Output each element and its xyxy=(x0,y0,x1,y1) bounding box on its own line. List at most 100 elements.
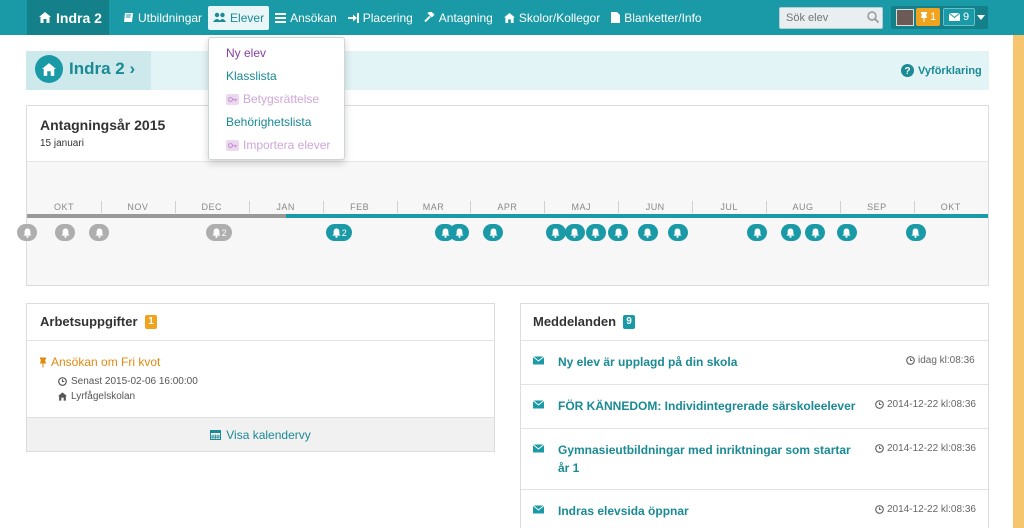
key-icon xyxy=(226,139,239,151)
chevron-down-icon[interactable] xyxy=(977,15,985,20)
timeline-month-tick xyxy=(913,201,915,213)
bell-icon xyxy=(753,228,762,238)
breadcrumb-label[interactable]: Indra 2 › xyxy=(69,59,135,79)
timeline-month-tick xyxy=(396,201,398,213)
message-time: idag kl:08:36 xyxy=(906,355,975,366)
gavel-icon xyxy=(424,12,435,23)
nav-label: Placering xyxy=(362,10,413,25)
bell-icon xyxy=(786,228,796,238)
message-time-text: idag kl:08:36 xyxy=(918,355,975,366)
bell-icon xyxy=(212,228,221,238)
timeline-month-label: MAR xyxy=(422,202,445,212)
message-title[interactable]: Indras elevsida öppnar xyxy=(558,502,858,520)
menu-item-behorighetslista[interactable]: Behörighetslista xyxy=(226,115,311,129)
timeline-event-marker[interactable] xyxy=(449,224,470,241)
task-item-label: Ansökan om Fri kvot xyxy=(51,355,161,369)
timeline-event-marker[interactable] xyxy=(483,224,504,241)
timeline-event-marker[interactable] xyxy=(564,224,585,241)
view-help-link[interactable]: ? Vyförklaring xyxy=(901,64,982,77)
key-icon xyxy=(226,93,239,105)
timeline-month-label: DEC xyxy=(201,202,223,212)
calendar-view-button[interactable]: Visa kalendervy xyxy=(27,417,494,451)
main-nav: Utbildningar Elever Ansökan Placering An… xyxy=(118,0,708,35)
clock-icon xyxy=(875,400,884,409)
bell-icon xyxy=(94,228,104,238)
nav-antagning[interactable]: Antagning xyxy=(419,6,498,30)
message-title[interactable]: Ny elev är upplagd på din skola xyxy=(558,353,858,371)
nav-label: Skolor/Kollegor xyxy=(518,10,601,25)
timeline-event-marker[interactable] xyxy=(545,224,566,241)
brand-link[interactable]: Indra 2 xyxy=(27,0,109,35)
timeline-month-label: APR xyxy=(497,202,518,212)
timeline-event-marker[interactable] xyxy=(836,224,857,241)
question-circle-icon: ? xyxy=(901,64,914,77)
home-icon xyxy=(58,392,67,401)
timeline-event-marker[interactable] xyxy=(55,224,76,241)
message-title[interactable]: Gymnasieutbildningar med inriktningar so… xyxy=(558,441,858,477)
timeline-event-marker[interactable] xyxy=(17,224,37,241)
home-button[interactable] xyxy=(35,55,63,83)
timeline-month-tick xyxy=(470,201,472,213)
timeline-event-marker[interactable] xyxy=(608,224,628,241)
envelope-icon xyxy=(533,356,544,365)
pin-icon xyxy=(40,357,46,367)
tasks-title: Arbetsuppgifter xyxy=(40,314,138,329)
timeline-event-marker[interactable] xyxy=(585,224,606,241)
task-item-link[interactable]: Ansökan om Fri kvot xyxy=(39,355,160,369)
nav-label: Utbildningar xyxy=(138,10,203,25)
message-title[interactable]: FÖR KÄNNEDOM: Individintegrerade särskol… xyxy=(558,397,858,415)
messages-title: Meddelanden xyxy=(533,314,617,329)
nav-label: Antagning xyxy=(438,10,493,25)
timeline-event-marker[interactable] xyxy=(780,224,801,241)
timeline-event-marker[interactable]: 2 xyxy=(206,224,233,241)
nav-utbildningar[interactable]: Utbildningar xyxy=(118,6,207,30)
nav-blanketter-info[interactable]: Blanketter/Info xyxy=(606,6,706,30)
timeline-month-tick xyxy=(692,201,694,213)
timeline-event-marker[interactable] xyxy=(805,224,826,241)
timeline-title: Antagningsår 2015 xyxy=(40,117,166,133)
menu-item-label: Behörighetslista xyxy=(226,115,312,129)
bell-icon xyxy=(911,228,921,238)
timeline-month-label: MAJ xyxy=(571,202,592,212)
sign-in-icon xyxy=(347,12,359,23)
timeline-event-marker[interactable] xyxy=(89,224,110,241)
list-icon xyxy=(275,12,287,23)
timeline-event-marker[interactable] xyxy=(637,224,658,241)
nav-ansokan[interactable]: Ansökan xyxy=(270,6,342,30)
timeline-month-tick xyxy=(174,201,176,213)
tasks-badge[interactable]: 1 xyxy=(916,8,940,26)
nav-placering[interactable]: Placering xyxy=(343,6,418,30)
clock-icon xyxy=(875,444,884,453)
nav-label: Ansökan xyxy=(290,10,337,25)
timeline-event-count: 2 xyxy=(341,227,347,238)
timeline-event-marker[interactable] xyxy=(667,224,688,241)
menu-item-label: Ny elev xyxy=(226,46,267,60)
envelope-icon xyxy=(533,444,544,453)
bell-icon xyxy=(810,228,820,238)
bell-icon xyxy=(570,228,579,238)
avatar[interactable] xyxy=(896,9,914,26)
message-time: 2014-12-22 kl:08:36 xyxy=(875,399,976,410)
timeline-month-tick xyxy=(618,201,620,213)
bell-icon xyxy=(551,228,560,238)
divider xyxy=(27,340,494,341)
search-icon[interactable] xyxy=(866,10,880,24)
timeline-event-marker[interactable] xyxy=(905,224,926,241)
bell-icon xyxy=(673,228,682,238)
book-icon xyxy=(124,13,133,22)
task-school: Lyrfågelskolan xyxy=(58,391,135,402)
timeline-event-marker[interactable]: 2 xyxy=(326,224,353,241)
breadcrumb-bar xyxy=(26,51,989,90)
timeline-month-tick xyxy=(322,201,324,213)
timeline-month-label: JUN xyxy=(645,202,665,212)
menu-item-ny-elev[interactable]: Ny elev xyxy=(226,46,266,60)
timeline-past-line xyxy=(27,214,286,218)
messages-badge[interactable]: 9 xyxy=(943,8,975,26)
timeline-month-label: OKT xyxy=(53,202,74,212)
nav-elever[interactable]: Elever xyxy=(208,5,270,30)
menu-item-klasslista[interactable]: Klasslista xyxy=(226,69,277,83)
menu-item-label: Klasslista xyxy=(226,69,277,83)
nav-skolor-kollegor[interactable]: Skolor/Kollegor xyxy=(499,6,605,30)
tasks-count-badge: 1 xyxy=(145,315,157,329)
timeline-event-marker[interactable] xyxy=(747,224,768,241)
